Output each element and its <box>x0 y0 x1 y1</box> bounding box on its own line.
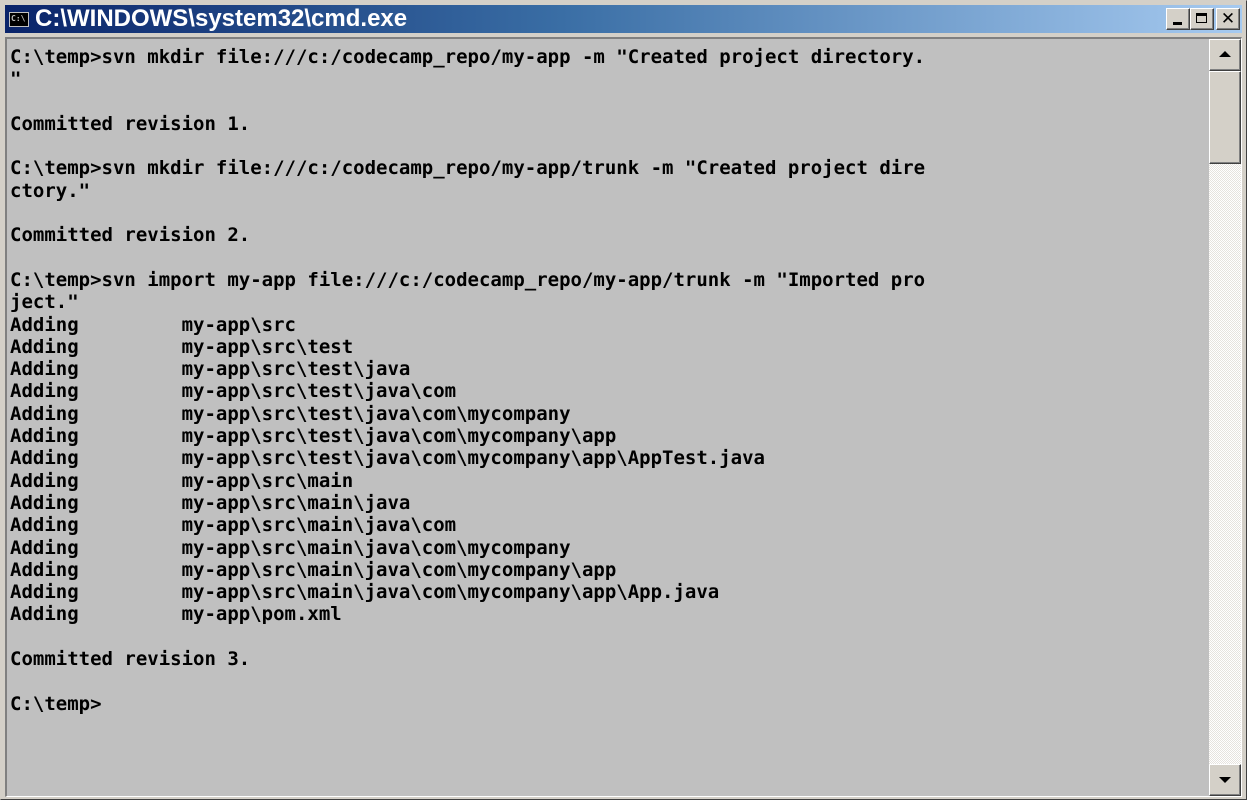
console-line: Adding my-app\src\test\java\com\mycompan… <box>10 425 617 448</box>
console-line: Adding my-app\src\main <box>10 469 354 492</box>
console-line: Adding my-app\src <box>10 313 296 336</box>
console-line: Adding my-app\src\test <box>10 335 354 358</box>
window-controls: ✕ <box>1166 8 1240 30</box>
vertical-scrollbar[interactable] <box>1209 39 1241 796</box>
console-line: Adding my-app\src\main\java <box>10 491 411 514</box>
console-area: C:\temp>svn mkdir file:///c:/codecamp_re… <box>5 37 1242 797</box>
console-line: Adding my-app\src\main\java\com <box>10 514 457 537</box>
console-line: Adding my-app\src\main\java\com\mycompan… <box>10 536 571 559</box>
console-line: ject." <box>10 291 79 314</box>
console-line: C:\temp>svn mkdir file:///c:/codecamp_re… <box>10 157 926 180</box>
cmd-window: C:\ C:\WINDOWS\system32\cmd.exe ✕ C:\tem… <box>0 0 1247 800</box>
console-line: Adding my-app\src\test\java\com\mycompan… <box>10 447 765 470</box>
cmd-icon[interactable]: C:\ <box>9 11 29 27</box>
console-output[interactable]: C:\temp>svn mkdir file:///c:/codecamp_re… <box>7 39 1209 796</box>
scroll-thumb[interactable] <box>1209 71 1241 164</box>
minimize-button[interactable] <box>1166 8 1190 30</box>
console-line: Committed revision 1. <box>10 112 251 135</box>
console-line: Adding my-app\src\main\java\com\mycompan… <box>10 558 617 581</box>
maximize-button[interactable] <box>1190 8 1214 30</box>
window-title: C:\WINDOWS\system32\cmd.exe <box>35 5 408 32</box>
console-line: Adding my-app\src\test\java\com <box>10 380 457 403</box>
close-icon: ✕ <box>1220 9 1236 29</box>
arrow-up-icon <box>1219 51 1231 57</box>
console-line: ctory." <box>10 179 91 202</box>
console-line: C:\temp> <box>10 692 102 715</box>
console-text: C:\temp>svn mkdir file:///c:/codecamp_re… <box>7 39 1209 715</box>
console-line: Committed revision 3. <box>10 648 251 671</box>
console-line: Adding my-app\src\test\java\com\mycompan… <box>10 402 571 425</box>
close-button[interactable]: ✕ <box>1216 8 1240 30</box>
minimize-icon <box>1173 22 1182 25</box>
console-line: Committed revision 2. <box>10 224 251 247</box>
title-bar[interactable]: C:\ C:\WINDOWS\system32\cmd.exe ✕ <box>5 5 1242 33</box>
console-line: C:\temp>svn mkdir file:///c:/codecamp_re… <box>10 46 926 68</box>
console-line: C:\temp>svn import my-app file:///c:/cod… <box>10 268 926 291</box>
maximize-icon <box>1196 13 1207 23</box>
arrow-down-icon <box>1219 777 1231 783</box>
console-line: Adding my-app\src\test\java <box>10 358 411 381</box>
scroll-up-button[interactable] <box>1209 39 1241 71</box>
scroll-down-button[interactable] <box>1209 764 1241 796</box>
console-line: Adding my-app\src\main\java\com\mycompan… <box>10 581 720 604</box>
console-line: " <box>10 68 22 91</box>
console-line: Adding my-app\pom.xml <box>10 603 342 626</box>
